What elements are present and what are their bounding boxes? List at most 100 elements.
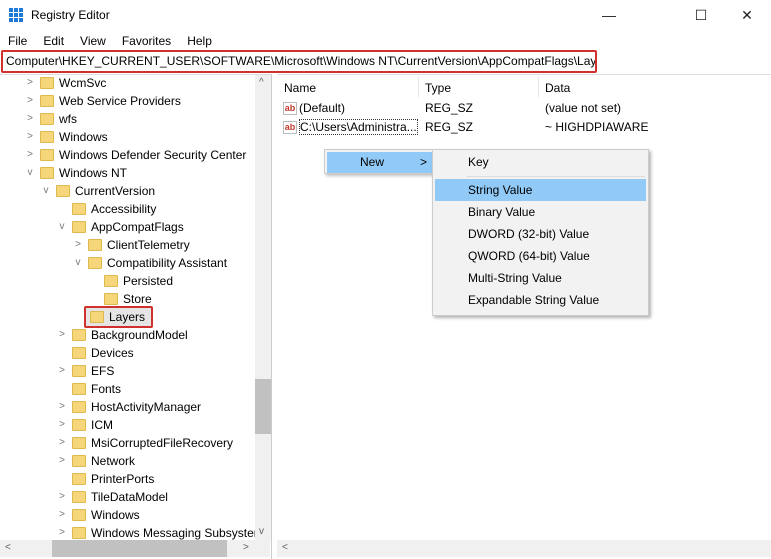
address-bar[interactable]: Computer\HKEY_CURRENT_USER\SOFTWARE\Micr… bbox=[1, 50, 597, 73]
tree-item[interactable]: > wfs bbox=[24, 110, 77, 128]
value-data: (value not set) bbox=[545, 101, 622, 115]
tree-item-label: Windows NT bbox=[59, 166, 128, 180]
maximize-button[interactable]: ☐ bbox=[678, 0, 724, 30]
submenu-item-qword-value[interactable]: QWORD (64-bit) Value bbox=[435, 245, 646, 267]
tree-item[interactable]: > WcmSvc bbox=[24, 74, 106, 92]
tree-item[interactable]: > MsiCorruptedFileRecovery bbox=[56, 434, 233, 452]
chevron-right-icon[interactable]: > bbox=[24, 146, 36, 164]
chevron-right-icon[interactable]: > bbox=[56, 434, 68, 452]
tree-item-label: TileDataModel bbox=[91, 490, 168, 504]
column-header-data[interactable]: Data bbox=[545, 81, 570, 95]
tree-item[interactable]: > TileDataModel bbox=[56, 488, 168, 506]
tree-item[interactable]: > Windows bbox=[56, 506, 140, 524]
title-bar: Registry Editor — ☐ ✕ bbox=[0, 0, 771, 32]
chevron-down-icon[interactable]: v bbox=[56, 218, 68, 236]
tree-item[interactable]: v Windows NT bbox=[24, 164, 128, 182]
tree-item[interactable]: PrinterPorts bbox=[56, 470, 154, 488]
tree-item[interactable]: > Windows bbox=[24, 128, 108, 146]
menu-favorites[interactable]: Favorites bbox=[114, 32, 179, 50]
chevron-right-icon[interactable]: > bbox=[56, 452, 68, 470]
context-menu: New > bbox=[324, 149, 440, 174]
chevron-right-icon[interactable]: > bbox=[56, 326, 68, 344]
folder-icon bbox=[72, 347, 86, 359]
tree-vertical-scrollbar[interactable]: ^ v bbox=[255, 75, 271, 540]
key-tree: > WcmSvc > Web Service Providers > wfs > Window… bbox=[0, 74, 272, 559]
folder-icon bbox=[40, 149, 54, 161]
submenu-item-multi-string-value[interactable]: Multi-String Value bbox=[435, 267, 646, 289]
string-value-icon: ab bbox=[283, 121, 297, 135]
chevron-right-icon[interactable]: > bbox=[72, 236, 84, 254]
chevron-down-icon[interactable]: v bbox=[72, 254, 84, 272]
folder-icon bbox=[72, 509, 86, 521]
tree-item[interactable]: > ClientTelemetry bbox=[72, 236, 190, 254]
tree-horizontal-scrollbar[interactable]: < > bbox=[0, 540, 270, 557]
submenu-item-dword-value[interactable]: DWORD (32-bit) Value bbox=[435, 223, 646, 245]
chevron-down-icon[interactable]: v bbox=[40, 182, 52, 200]
tree-item[interactable]: Fonts bbox=[56, 380, 121, 398]
column-header-type[interactable]: Type bbox=[425, 81, 451, 95]
value-row[interactable]: ab C:\Users\Administra... REG_SZ ~ HIGHDP… bbox=[283, 118, 763, 136]
minimize-button[interactable]: — bbox=[586, 0, 632, 30]
chevron-right-icon[interactable]: > bbox=[56, 506, 68, 524]
tree-item-label: PrinterPorts bbox=[91, 472, 155, 486]
column-header-name[interactable]: Name bbox=[284, 81, 316, 95]
submenu-item-expandable-string-value[interactable]: Expandable String Value bbox=[435, 289, 646, 311]
value-row[interactable]: ab (Default) REG_SZ (value not set) bbox=[283, 99, 763, 117]
scroll-down-arrow[interactable]: v bbox=[259, 526, 264, 537]
menu-file[interactable]: File bbox=[0, 32, 35, 50]
submenu-item-key[interactable]: Key bbox=[435, 151, 646, 173]
folder-icon bbox=[104, 275, 118, 287]
tree-item[interactable]: v Compatibility Assistant bbox=[72, 254, 228, 272]
scroll-thumb[interactable] bbox=[255, 379, 271, 434]
values-horizontal-scrollbar[interactable]: < bbox=[277, 540, 771, 557]
tree-item[interactable]: Persisted bbox=[88, 272, 173, 290]
tree-item-label: wfs bbox=[59, 112, 77, 126]
values-pane: Name Type Data ab (Default) REG_SZ (value… bbox=[277, 74, 771, 559]
chevron-right-icon[interactable]: > bbox=[56, 398, 68, 416]
menu-view[interactable]: View bbox=[72, 32, 114, 50]
tree-item[interactable]: Layers bbox=[72, 306, 154, 328]
menu-item-new[interactable]: New > bbox=[327, 152, 437, 173]
menu-edit[interactable]: Edit bbox=[35, 32, 72, 50]
value-data: ~ HIGHDPIAWARE bbox=[545, 120, 649, 134]
chevron-down-icon[interactable]: v bbox=[24, 164, 36, 182]
tree-item[interactable]: Devices bbox=[56, 344, 134, 362]
chevron-right-icon[interactable]: > bbox=[56, 488, 68, 506]
chevron-right-icon[interactable]: > bbox=[24, 128, 36, 146]
close-button[interactable]: ✕ bbox=[724, 0, 770, 30]
submenu-item-string-value[interactable]: String Value bbox=[435, 179, 646, 201]
tree-item[interactable]: > EFS bbox=[56, 362, 114, 380]
submenu-item-binary-value[interactable]: Binary Value bbox=[435, 201, 646, 223]
tree-item[interactable]: > Windows Defender Security Center bbox=[24, 146, 246, 164]
chevron-right-icon[interactable]: > bbox=[24, 92, 36, 110]
folder-icon bbox=[90, 311, 104, 323]
folder-icon bbox=[72, 383, 86, 395]
tree-item[interactable]: > Web Service Providers bbox=[24, 92, 181, 110]
tree-item[interactable]: v AppCompatFlags bbox=[56, 218, 184, 236]
folder-icon bbox=[104, 293, 118, 305]
menu-help[interactable]: Help bbox=[179, 32, 220, 50]
folder-icon bbox=[72, 527, 86, 539]
tree-item[interactable]: Accessibility bbox=[56, 200, 156, 218]
chevron-right-icon[interactable]: > bbox=[56, 362, 68, 380]
tree-item-label: AppCompatFlags bbox=[91, 220, 184, 234]
chevron-right-icon[interactable]: > bbox=[24, 74, 36, 92]
folder-icon bbox=[56, 185, 70, 197]
tree-item[interactable]: > BackgroundModel bbox=[56, 326, 188, 344]
folder-icon bbox=[40, 167, 54, 179]
scroll-up-arrow[interactable]: ^ bbox=[259, 77, 264, 88]
scroll-left-arrow[interactable]: < bbox=[282, 542, 288, 553]
tree-item[interactable]: v CurrentVersion bbox=[40, 182, 156, 200]
chevron-right-icon[interactable]: > bbox=[24, 110, 36, 128]
value-name: (Default) bbox=[299, 101, 346, 115]
tree-item[interactable]: > HostActivityManager bbox=[56, 398, 201, 416]
menu-item-new-label: New bbox=[360, 155, 385, 169]
menu-separator bbox=[467, 176, 645, 177]
chevron-right-icon[interactable]: > bbox=[56, 416, 68, 434]
tree-item[interactable]: > ICM bbox=[56, 416, 113, 434]
scroll-right-arrow[interactable]: > bbox=[243, 542, 249, 553]
scroll-left-arrow[interactable]: < bbox=[5, 542, 11, 553]
scroll-thumb[interactable] bbox=[52, 540, 227, 557]
tree-item[interactable]: > Network bbox=[56, 452, 135, 470]
folder-icon bbox=[40, 131, 54, 143]
